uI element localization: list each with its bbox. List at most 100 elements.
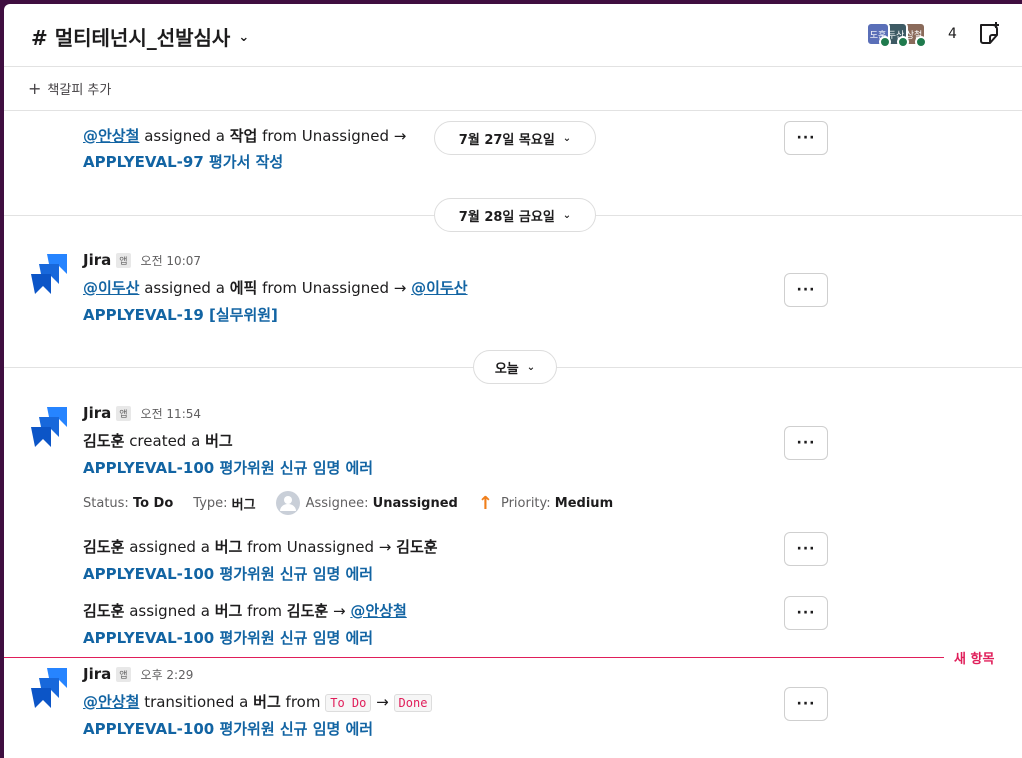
message-text: 김도훈 created a 버그 [83, 430, 233, 451]
more-actions-button[interactable]: ··· [784, 596, 828, 630]
app-frame: # 멀티테넌시_선발심사 ⌄ 도훈 두산 상철 4 + 책갈피 추가 @안상철 ass… [4, 4, 1022, 758]
app-badge: 앱 [116, 666, 131, 682]
message-fragment: from Unassigned → [247, 538, 392, 556]
date-label: 7월 27일 목요일 [458, 132, 555, 148]
channel-name-button[interactable]: # 멀티테넌시_선발심사 ⌄ [31, 22, 249, 51]
presence-dot-icon [915, 36, 927, 48]
more-actions-button[interactable]: ··· [784, 532, 828, 566]
date-jump-button[interactable]: 오늘 ⌄ [473, 350, 557, 384]
issue-fields: Status: To Do Type: 버그 Assignee: Unassig… [83, 491, 633, 515]
priority-field: ↑ Priority: Medium [478, 493, 613, 514]
jira-app-icon[interactable] [31, 252, 73, 294]
issue-type: 작업 [229, 127, 258, 145]
field-label: Type: [193, 495, 228, 511]
message-fragment: assigned a [129, 538, 210, 556]
timestamp[interactable]: 오전 11:54 [141, 405, 201, 422]
jira-app-icon[interactable] [31, 666, 73, 708]
message-text: 김도훈 assigned a 버그 from 김도훈 → @안상철 [83, 600, 407, 621]
sender-name[interactable]: Jira [83, 404, 111, 422]
message-fragment: assigned a [129, 602, 210, 620]
channel-name: # 멀티테넌시_선발심사 [31, 26, 231, 50]
field-label: Assignee: [305, 495, 369, 511]
more-actions-button[interactable]: ··· [784, 687, 828, 721]
issue-type: 버그 [214, 602, 243, 620]
more-actions-button[interactable]: ··· [784, 426, 828, 460]
canvas-icon[interactable] [976, 21, 1002, 47]
issue-link[interactable]: APPLYEVAL-100 평가위원 신규 임명 에러 [83, 718, 373, 739]
more-actions-button[interactable]: ··· [784, 121, 828, 155]
message-fragment: assigned a [144, 279, 225, 297]
message-text: 김도훈 assigned a 버그 from Unassigned → 김도훈 [83, 536, 438, 557]
chevron-down-icon: ⌄ [526, 361, 536, 373]
issue-type: 에픽 [229, 279, 258, 297]
actor-name: 김도훈 [83, 602, 125, 620]
add-bookmark-button[interactable]: + 책갈피 추가 [28, 79, 111, 98]
more-actions-button[interactable]: ··· [784, 273, 828, 307]
status-code-to: Done [393, 694, 433, 712]
chevron-down-icon: ⌄ [562, 132, 572, 144]
issue-link[interactable]: APPLYEVAL-97 평가서 작성 [83, 151, 283, 172]
field-label: Priority: [500, 495, 551, 511]
message-fragment: transitioned a [144, 693, 249, 711]
field-value: Unassigned [372, 495, 458, 511]
app-badge: 앱 [116, 405, 131, 421]
date-jump-button[interactable]: 7월 28일 금요일 ⌄ [434, 198, 596, 232]
channel-header: # 멀티테넌시_선발심사 ⌄ 도훈 두산 상철 4 [4, 4, 1022, 67]
timestamp[interactable]: 오전 10:07 [141, 252, 201, 269]
user-mention[interactable]: @안상철 [350, 602, 406, 620]
field-value: 버그 [231, 497, 256, 513]
member-avatar[interactable]: 도훈 [866, 22, 891, 48]
status-field: Status: To Do [83, 496, 173, 511]
issue-link[interactable]: APPLYEVAL-100 평가위원 신규 임명 에러 [83, 457, 373, 478]
message-fragment: from [285, 693, 321, 711]
message-header: Jira 앱 오전 10:07 [83, 251, 201, 269]
issue-link[interactable]: APPLYEVAL-100 평가위원 신규 임명 에러 [83, 563, 373, 584]
actor-name: 김도훈 [286, 602, 329, 620]
presence-dot-icon [879, 36, 891, 48]
field-value: To Do [132, 495, 174, 511]
priority-up-arrow-icon: ↑ [477, 492, 493, 514]
date-label: 오늘 [494, 361, 519, 377]
date-label: 7월 28일 금요일 [458, 209, 555, 225]
user-avatar-icon [275, 491, 300, 515]
user-mention[interactable]: @안상철 [83, 127, 139, 145]
actor-name: 김도훈 [396, 538, 438, 556]
actor-name: 김도훈 [83, 432, 125, 450]
arrow: → [332, 602, 346, 620]
assignee-field: Assignee: Unassigned [275, 491, 458, 515]
member-count[interactable]: 4 [948, 26, 957, 42]
jira-app-icon[interactable] [31, 405, 73, 447]
message-text: @안상철 transitioned a 버그 from To Do → Done [83, 691, 433, 712]
chevron-down-icon: ⌄ [238, 30, 250, 45]
presence-dot-icon [897, 36, 909, 48]
date-jump-button[interactable]: 7월 27일 목요일 ⌄ [434, 121, 596, 155]
arrow: → [376, 693, 389, 711]
user-mention[interactable]: @안상철 [83, 693, 139, 711]
message-header: Jira 앱 오전 11:54 [83, 404, 201, 422]
sender-name[interactable]: Jira [83, 665, 111, 683]
message-fragment: created a [129, 432, 201, 450]
app-badge: 앱 [116, 252, 131, 268]
actor-name: 김도훈 [83, 538, 125, 556]
chevron-down-icon: ⌄ [562, 209, 572, 221]
issue-type: 버그 [205, 432, 233, 450]
message-header: Jira 앱 오후 2:29 [83, 665, 193, 683]
message-text: @이두산 assigned a 에픽 from Unassigned → @이두… [83, 277, 468, 298]
message-fragment: from Unassigned → [262, 279, 407, 297]
user-mention[interactable]: @이두산 [411, 279, 467, 297]
status-code-from: To Do [325, 694, 372, 712]
type-field: Type: 버그 [193, 494, 255, 513]
field-label: Status: [83, 495, 129, 511]
user-mention[interactable]: @이두산 [83, 279, 139, 297]
message-list[interactable]: @안상철 assigned a 작업 from Unassigned → APP… [4, 111, 1022, 758]
bookmarks-bar: + 책갈피 추가 [4, 66, 1022, 111]
message-fragment: from Unassigned → [262, 127, 407, 145]
sender-name[interactable]: Jira [83, 251, 111, 269]
add-bookmark-label: 책갈피 추가 [47, 83, 112, 98]
message-text: @안상철 assigned a 작업 from Unassigned → [83, 125, 406, 146]
issue-link[interactable]: APPLYEVAL-100 평가위원 신규 임명 에러 [83, 627, 373, 648]
plus-icon: + [28, 79, 42, 98]
member-avatars[interactable]: 도훈 두산 상철 [866, 22, 927, 48]
timestamp[interactable]: 오후 2:29 [141, 666, 194, 683]
issue-link[interactable]: APPLYEVAL-19 [실무위원] [83, 304, 278, 325]
